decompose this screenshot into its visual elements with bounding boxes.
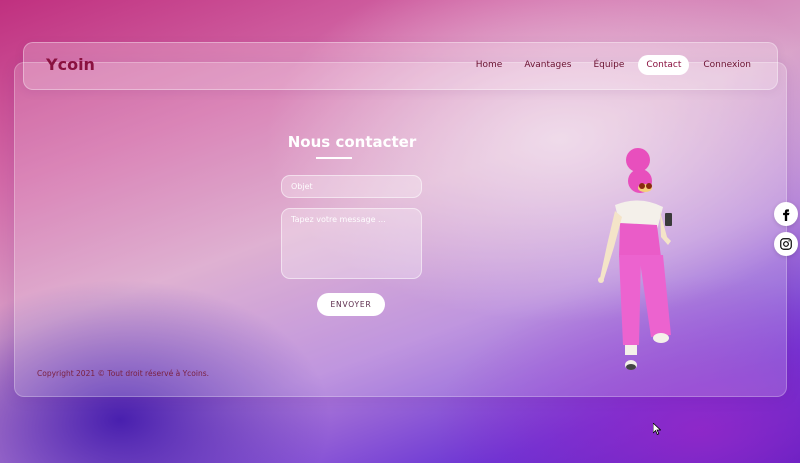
nav-item-home[interactable]: Home <box>468 55 511 75</box>
message-textarea[interactable] <box>281 208 422 279</box>
mouse-cursor-icon <box>653 423 661 435</box>
navbar: Ycoin Home Avantages Équipe Contact Conn… <box>23 42 778 90</box>
instagram-icon[interactable] <box>774 232 798 256</box>
subject-input[interactable] <box>281 175 422 198</box>
nav-menu: Home Avantages Équipe Contact Connexion <box>468 55 759 75</box>
nav-item-equipe[interactable]: Équipe <box>586 55 633 75</box>
brand-logo[interactable]: Ycoin <box>46 55 95 74</box>
character-illustration <box>598 148 672 370</box>
nav-item-contact[interactable]: Contact <box>638 55 690 75</box>
page-title: Nous contacter <box>287 133 417 151</box>
send-button[interactable]: ENVOYER <box>317 293 385 316</box>
nav-item-connexion[interactable]: Connexion <box>695 55 759 75</box>
title-underline <box>316 157 352 159</box>
nav-item-avantages[interactable]: Avantages <box>516 55 579 75</box>
copyright-text: Copyright 2021 © Tout droit réservé à Yc… <box>37 369 210 378</box>
facebook-icon[interactable] <box>774 202 798 226</box>
